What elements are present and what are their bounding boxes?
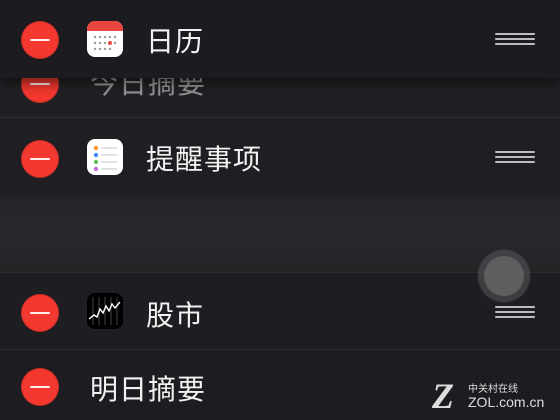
row-reminders[interactable]: 提醒事项	[0, 118, 560, 196]
watermark-brand: 中关村在线	[468, 384, 518, 395]
row-reminders-label: 提醒事项	[146, 143, 263, 176]
delete-tomorrow-summary-button[interactable]	[21, 368, 59, 406]
notification-center-edit-list: 今日摘要 日历 提醒事项 股市 明日摘要 Z 中关村在线 ZOL.com.cn	[0, 0, 560, 420]
zol-logo-icon: Z	[432, 376, 454, 416]
delete-reminders-button[interactable]	[21, 140, 59, 178]
row-tomorrow-summary-label: 明日摘要	[90, 373, 207, 406]
delete-stocks-button[interactable]	[21, 294, 59, 332]
reorder-stocks-handle[interactable]	[495, 306, 535, 320]
reorder-reminders-handle[interactable]	[495, 151, 535, 165]
assistive-touch-button[interactable]	[478, 250, 530, 302]
row-calendar[interactable]: 日历	[0, 0, 560, 78]
delete-calendar-button[interactable]	[21, 21, 59, 59]
row-calendar-label: 日历	[146, 25, 205, 58]
row-stocks[interactable]: 股市	[0, 272, 560, 350]
reminders-icon	[87, 139, 123, 175]
reorder-calendar-handle[interactable]	[495, 33, 535, 47]
zol-watermark: Z 中关村在线 ZOL.com.cn	[432, 376, 556, 416]
watermark-site: ZOL.com.cn	[468, 394, 545, 410]
stocks-icon	[87, 293, 123, 329]
calendar-icon	[87, 21, 123, 57]
row-stocks-label: 股市	[146, 299, 205, 332]
drop-placeholder	[0, 196, 560, 272]
